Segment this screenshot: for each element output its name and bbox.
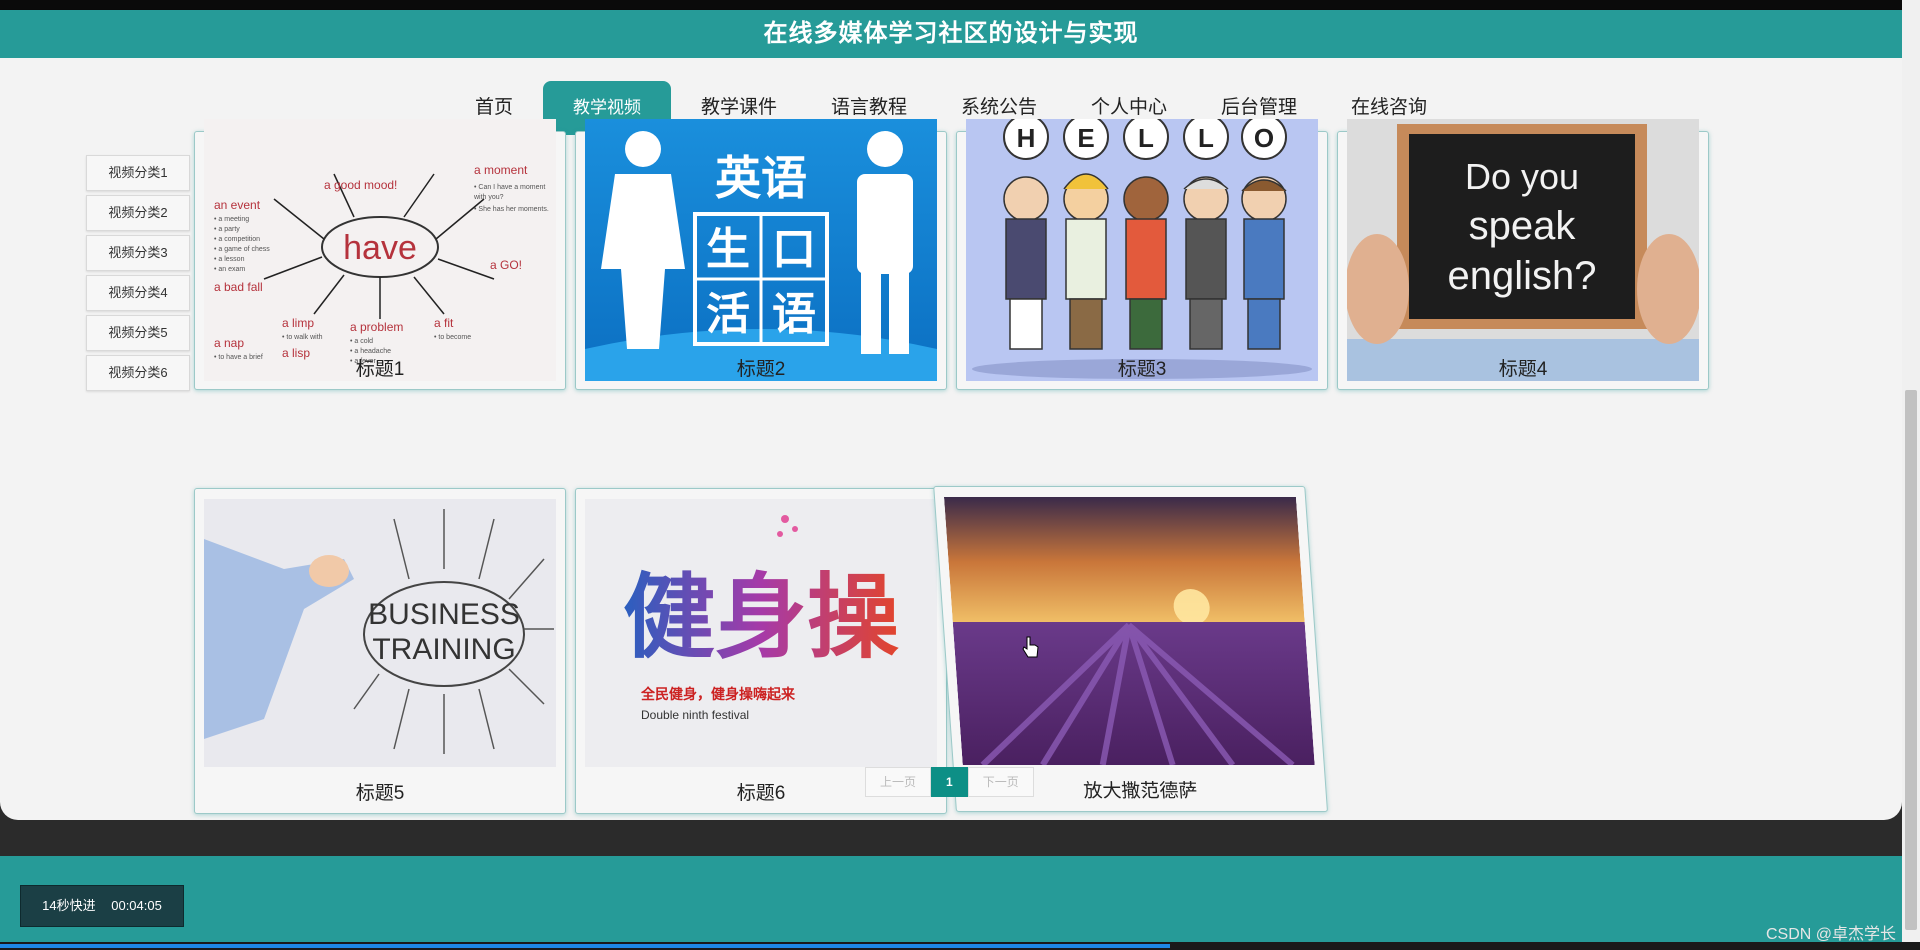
svg-text:BUSINESS: BUSINESS [368, 598, 520, 631]
site-footer [0, 856, 1902, 942]
window-top-strip [0, 0, 1920, 10]
playback-time: 00:04:05 [111, 898, 162, 913]
category-sidebar: 视频分类1 视频分类2 视频分类3 视频分类4 视频分类5 视频分类6 [86, 155, 190, 395]
video-title: 标题4 [1498, 359, 1548, 380]
svg-text:生: 生 [706, 224, 750, 275]
svg-text:• to become: • to become [434, 334, 471, 341]
video-progress-fill [0, 944, 1170, 948]
svg-text:• to walk with: • to walk with [282, 334, 323, 341]
svg-text:a GO!: a GO! [490, 258, 522, 272]
page-content: 首页 教学视频 教学课件 语言教程 系统公告 个人中心 后台管理 在线咨询 视频… [0, 58, 1902, 820]
svg-text:H: H [1017, 123, 1036, 153]
pagination: 上一页 1 下一页 [865, 767, 1034, 797]
video-thumbnail: 健身操 全民健身，健身操嗨起来 Double ninth festival [585, 499, 937, 767]
svg-text:E: E [1077, 123, 1094, 153]
page-scrollbar[interactable] [1902, 0, 1920, 950]
svg-text:活: 活 [706, 289, 750, 340]
video-card[interactable]: 健身操 全民健身，健身操嗨起来 Double ninth festival 标题… [575, 488, 947, 814]
svg-text:• an exam: • an exam [214, 266, 245, 273]
svg-text:have: have [343, 229, 417, 267]
svg-text:• a cold: • a cold [350, 338, 373, 345]
sidebar-item-category-5[interactable]: 视频分类5 [86, 315, 190, 351]
svg-text:• a game of chess: • a game of chess [214, 246, 270, 253]
next-page-button[interactable]: 下一页 [967, 767, 1034, 797]
svg-text:a limp: a limp [282, 316, 314, 330]
do-you-speak-english-image: Do you speak english? [1347, 119, 1699, 381]
svg-text:L: L [1198, 123, 1214, 153]
svg-text:语: 语 [772, 289, 816, 340]
svg-text:• She has her moments.: • She has her moments. [474, 206, 549, 213]
svg-text:英语: 英语 [715, 151, 807, 205]
video-card[interactable]: Do you speak english? 标题4 [1337, 119, 1709, 390]
sidebar-item-category-1[interactable]: 视频分类1 [86, 155, 190, 191]
video-title: 标题5 [355, 783, 405, 804]
video-card[interactable]: have an event a good mood! a moment a bad … [194, 119, 566, 390]
video-thumbnail [943, 497, 1315, 765]
english-spoken-image: 英语 生口 活语 [585, 119, 937, 381]
svg-text:• a meeting: • a meeting [214, 216, 249, 223]
scrollbar-thumb[interactable] [1905, 390, 1917, 930]
svg-text:• a competition: • a competition [214, 236, 260, 243]
video-title: 标题1 [355, 359, 405, 380]
sidebar-item-category-6[interactable]: 视频分类6 [86, 355, 190, 391]
svg-text:a nap: a nap [214, 336, 244, 350]
svg-text:a fit: a fit [434, 316, 454, 330]
video-card-hovered[interactable]: 放大撒范德萨 [933, 486, 1328, 812]
svg-text:Do you: Do you [1465, 156, 1579, 197]
svg-text:a good mood!: a good mood! [324, 178, 397, 192]
svg-text:• a party: • a party [214, 226, 240, 233]
business-training-image: BUSINESS TRAINING [204, 499, 556, 767]
svg-text:O: O [1254, 123, 1274, 153]
svg-text:with you?: with you? [473, 194, 504, 201]
video-progress-bar[interactable] [0, 942, 1920, 950]
svg-text:a bad fall: a bad fall [214, 280, 263, 294]
svg-text:Double ninth festival: Double ninth festival [641, 708, 749, 722]
have-vocabulary-image: have an event a good mood! a moment a bad … [204, 119, 556, 381]
svg-text:口: 口 [772, 224, 816, 275]
hand-cursor-icon [1022, 636, 1039, 658]
svg-text:L: L [1138, 123, 1154, 153]
csdn-watermark: CSDN @卓杰学长 [1766, 926, 1897, 943]
lavender-field-image [943, 497, 1315, 765]
video-thumbnail: HE LL O [966, 119, 1318, 381]
hello-kids-image: HE LL O [966, 119, 1318, 381]
svg-text:speak: speak [1469, 204, 1577, 248]
site-header: 在线多媒体学习社区的设计与实现 [0, 10, 1902, 58]
svg-text:• Can I have a moment: • Can I have a moment [474, 184, 545, 191]
player-fast-forward-badge[interactable]: 14秒快进 00:04:05 [20, 885, 184, 927]
video-thumbnail: 英语 生口 活语 [585, 119, 937, 381]
sidebar-item-category-3[interactable]: 视频分类3 [86, 235, 190, 271]
fitness-dance-image: 健身操 全民健身，健身操嗨起来 Double ninth festival [585, 499, 937, 767]
video-title: 标题3 [1117, 359, 1167, 380]
video-thumbnail: BUSINESS TRAINING [204, 499, 556, 767]
video-thumbnail: have an event a good mood! a moment a bad … [204, 119, 556, 381]
sidebar-item-category-4[interactable]: 视频分类4 [86, 275, 190, 311]
video-thumbnail: Do you speak english? [1347, 119, 1699, 381]
video-card[interactable]: 英语 生口 活语 标题2 [575, 119, 947, 390]
svg-text:a moment: a moment [474, 163, 528, 177]
svg-text:a problem: a problem [350, 320, 403, 334]
svg-text:健身操: 健身操 [623, 564, 899, 671]
prev-page-button[interactable]: 上一页 [865, 767, 932, 797]
svg-text:english?: english? [1447, 254, 1596, 298]
sidebar-item-category-2[interactable]: 视频分类2 [86, 195, 190, 231]
page-1-button[interactable]: 1 [931, 767, 968, 797]
svg-text:• a lesson: • a lesson [214, 256, 245, 263]
video-card[interactable]: BUSINESS TRAINING 标题5 [194, 488, 566, 814]
video-card[interactable]: H E L L O 标题3 [956, 119, 1328, 390]
svg-text:an event: an event [214, 198, 261, 212]
site-title: 在线多媒体学习社区的设计与实现 [763, 20, 1139, 47]
svg-text:全民健身，健身操嗨起来: 全民健身，健身操嗨起来 [640, 686, 796, 703]
video-title: 标题2 [736, 359, 786, 380]
video-grid: have an event a good mood! a moment a bad … [194, 119, 1714, 814]
svg-text:TRAINING: TRAINING [372, 633, 515, 666]
fast-forward-label: 14秒快进 [42, 898, 96, 913]
